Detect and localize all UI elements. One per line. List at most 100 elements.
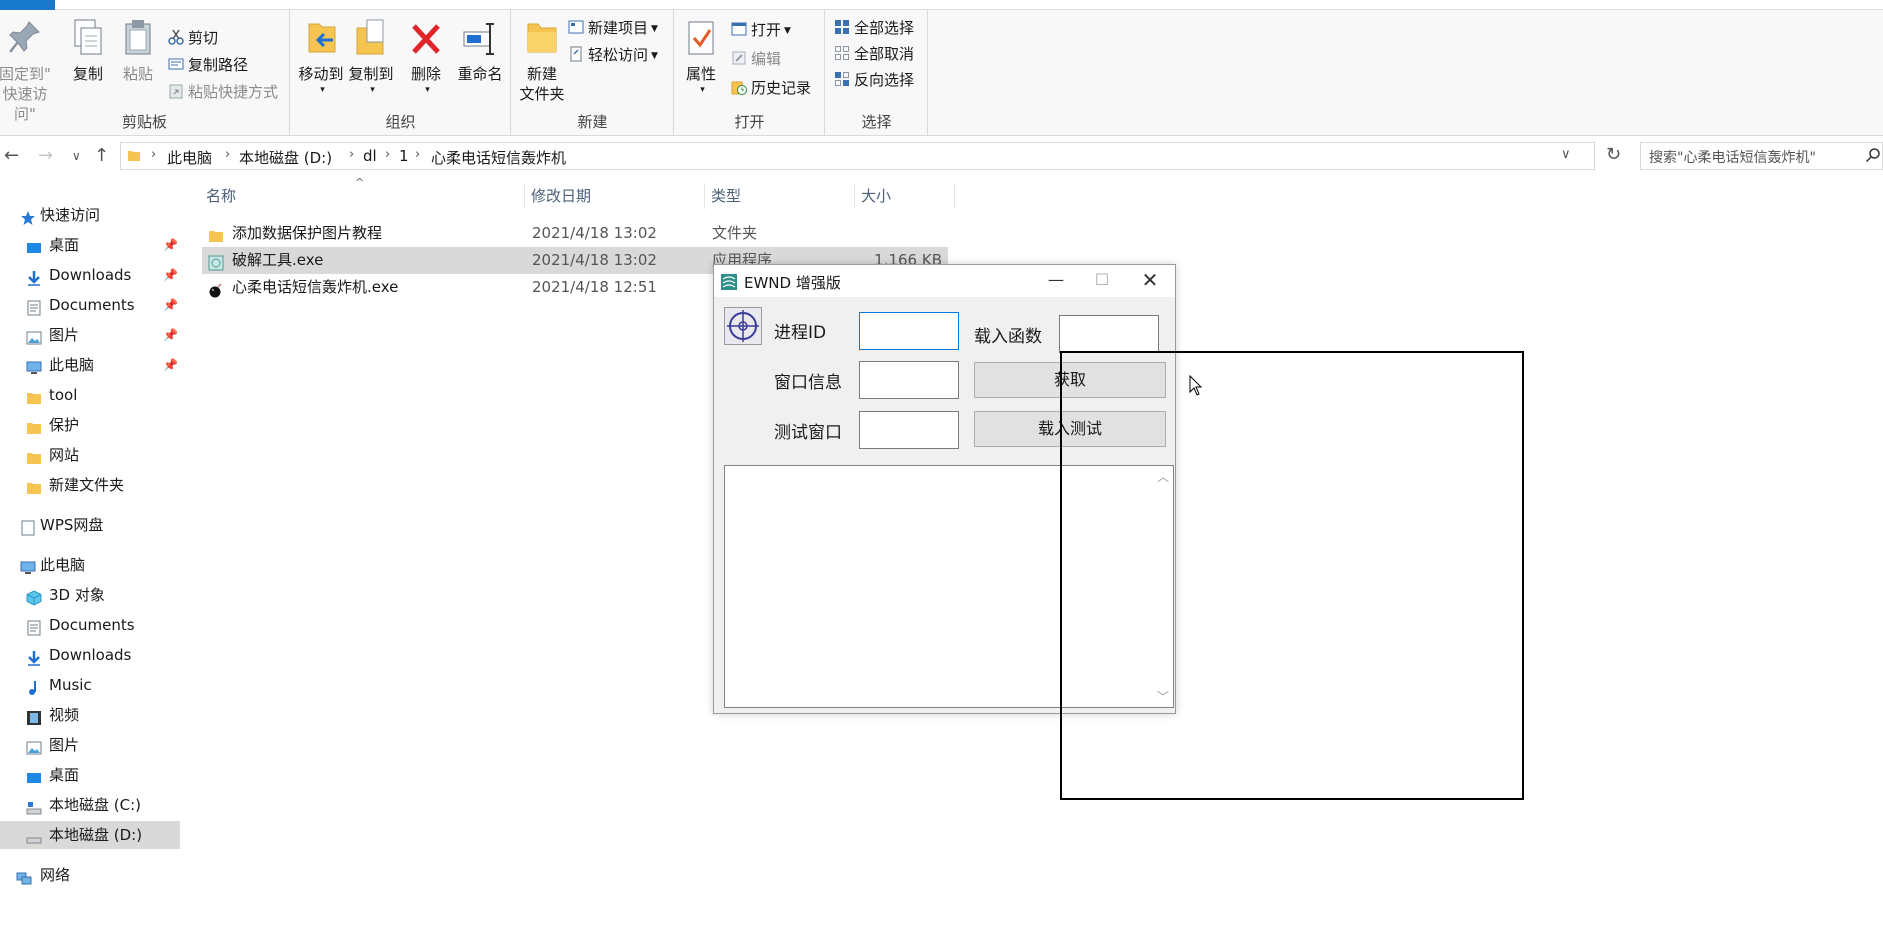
properties-check-icon bbox=[683, 18, 719, 58]
maximize-icon[interactable]: ☐ bbox=[1079, 265, 1125, 297]
refresh-icon[interactable]: ↻ bbox=[1606, 144, 1621, 165]
rename-button[interactable]: 重命名 bbox=[451, 18, 509, 84]
search-icon[interactable] bbox=[1865, 147, 1881, 163]
computer-icon bbox=[20, 557, 36, 574]
download-arrow-icon bbox=[26, 267, 42, 286]
test-window-input[interactable] bbox=[859, 411, 959, 449]
column-type[interactable]: 类型 bbox=[705, 183, 855, 209]
column-name[interactable]: 名称 bbox=[200, 183, 525, 209]
move-to-icon bbox=[303, 18, 339, 58]
navigation-pane: 快速访问 桌面 📌 Downloads 📌 Documents 📌 图片 📌 此… bbox=[0, 200, 180, 939]
copy-to-button[interactable]: 复制到 ▾ bbox=[346, 18, 396, 100]
breadcrumb-dl[interactable]: dl bbox=[363, 147, 377, 165]
dialog-titlebar[interactable]: EWND 增强版 — ☐ ✕ bbox=[714, 265, 1175, 297]
nav-this-pc[interactable]: 此电脑 bbox=[0, 551, 180, 579]
easy-access-icon bbox=[568, 45, 584, 62]
nav-downloads[interactable]: Downloads 📌 bbox=[0, 261, 180, 289]
nav-website[interactable]: 网站 bbox=[0, 441, 180, 469]
pin-icon bbox=[7, 18, 43, 58]
delete-button[interactable]: 删除 ▾ bbox=[404, 18, 448, 100]
nav-quick-access[interactable]: 快速访问 bbox=[0, 201, 180, 229]
nav-new-folder[interactable]: 新建文件夹 bbox=[0, 471, 180, 499]
easy-access-button[interactable]: 轻松访问 ▼ bbox=[568, 43, 658, 67]
computer-icon bbox=[26, 357, 42, 374]
history-button[interactable]: 历史记录 bbox=[731, 76, 811, 100]
forward-arrow-icon[interactable]: → bbox=[38, 145, 53, 166]
copy-button[interactable]: 复制 bbox=[66, 18, 110, 84]
ribbon-tab-strip bbox=[0, 0, 1883, 10]
crosshair-finder-icon[interactable] bbox=[724, 307, 762, 345]
file-row[interactable]: 添加数据保护图片教程 2021/4/18 13:02 文件夹 bbox=[202, 220, 948, 247]
nav-3d-objects[interactable]: 3D 对象 bbox=[0, 581, 180, 609]
pin-to-quick-access-button[interactable]: 固定到" 快速访问" bbox=[0, 18, 56, 124]
nav-documents[interactable]: Documents 📌 bbox=[0, 291, 180, 319]
paste-button[interactable]: 粘贴 bbox=[116, 18, 160, 84]
paste-shortcut-button[interactable]: 粘贴快捷方式 bbox=[168, 80, 278, 104]
nav-drive-c[interactable]: 本地磁盘 (C:) bbox=[0, 791, 180, 819]
new-item-button[interactable]: 新建项目 ▼ bbox=[568, 16, 658, 40]
load-function-label: 载入函数 bbox=[974, 327, 1042, 347]
edit-pencil-icon bbox=[731, 49, 747, 65]
open-button[interactable]: 打开 ▼ bbox=[731, 18, 791, 42]
rename-icon bbox=[462, 18, 498, 58]
minimize-icon[interactable]: — bbox=[1033, 265, 1079, 297]
cut-button[interactable]: 剪切 bbox=[168, 26, 218, 50]
load-function-input[interactable] bbox=[1059, 315, 1159, 353]
select-group-label: 选择 bbox=[861, 113, 892, 131]
breadcrumb-drive-d[interactable]: 本地磁盘 (D:) bbox=[239, 147, 332, 168]
nav-network[interactable]: 网络 bbox=[0, 861, 180, 889]
file-tab[interactable] bbox=[0, 0, 55, 10]
nav-music[interactable]: Music bbox=[0, 671, 180, 699]
edit-button[interactable]: 编辑 bbox=[731, 47, 781, 71]
nav-desktop[interactable]: 桌面 📌 bbox=[0, 231, 180, 259]
column-date[interactable]: 修改日期 bbox=[525, 183, 705, 209]
search-input[interactable]: 搜索"心柔电话短信轰炸机" bbox=[1649, 147, 1816, 167]
process-id-input[interactable] bbox=[859, 312, 959, 350]
nav-wps-drive[interactable]: WPS网盘 bbox=[0, 511, 180, 539]
nav-videos[interactable]: 视频 bbox=[0, 701, 180, 729]
system-drive-icon bbox=[26, 797, 42, 815]
properties-button[interactable]: 属性 ▾ bbox=[679, 18, 723, 100]
breadcrumb-current-folder[interactable]: 心柔电话短信轰炸机 bbox=[431, 147, 566, 168]
column-size[interactable]: 大小 bbox=[855, 183, 955, 209]
scissors-icon bbox=[168, 28, 184, 45]
breadcrumb-this-pc[interactable]: 此电脑 bbox=[167, 147, 212, 168]
invert-selection-button[interactable]: 反向选择 bbox=[834, 68, 914, 92]
copy-icon bbox=[70, 18, 106, 58]
breadcrumb-1[interactable]: 1 bbox=[399, 147, 409, 165]
up-arrow-icon[interactable]: ↑ bbox=[94, 145, 109, 166]
nav-pc-pictures[interactable]: 图片 bbox=[0, 731, 180, 759]
pictures-icon bbox=[26, 737, 42, 755]
select-none-button[interactable]: 全部取消 bbox=[834, 42, 914, 66]
nav-this-pc-pinned[interactable]: 此电脑 📌 bbox=[0, 351, 180, 379]
open-group: 属性 ▾ 打开 ▼ 编辑 历史记录 打开 bbox=[675, 10, 825, 135]
move-to-button[interactable]: 移动到 ▾ bbox=[296, 18, 346, 100]
organize-group: 移动到 ▾ 复制到 ▾ 删除 ▾ 重命名 组织 bbox=[291, 10, 511, 135]
paste-icon bbox=[120, 18, 156, 58]
back-arrow-icon[interactable]: ← bbox=[4, 145, 19, 166]
new-group: 新建 文件夹 新建项目 ▼ 轻松访问 ▼ 新建 bbox=[512, 10, 674, 135]
window-info-input[interactable] bbox=[859, 361, 959, 399]
pin-icon: 📌 bbox=[163, 298, 178, 312]
recent-locations-chevron-icon[interactable]: ∨ bbox=[72, 149, 81, 163]
nav-drive-d[interactable]: 本地磁盘 (D:) bbox=[0, 821, 180, 849]
app-exe-icon bbox=[208, 253, 224, 271]
nav-tool[interactable]: tool bbox=[0, 381, 180, 409]
pin-icon: 📌 bbox=[163, 328, 178, 342]
open-group-label: 打开 bbox=[734, 113, 765, 131]
select-all-button[interactable]: 全部选择 bbox=[834, 16, 914, 40]
search-box[interactable]: 搜索"心柔电话短信轰炸机" bbox=[1640, 142, 1883, 170]
nav-pc-downloads[interactable]: Downloads bbox=[0, 641, 180, 669]
copy-path-button[interactable]: 复制路径 bbox=[168, 53, 248, 77]
new-folder-button[interactable]: 新建 文件夹 bbox=[514, 18, 570, 104]
new-item-icon bbox=[568, 18, 584, 34]
close-icon[interactable]: ✕ bbox=[1127, 265, 1173, 297]
nav-pc-desktop[interactable]: 桌面 bbox=[0, 761, 180, 789]
address-dropdown-chevron-icon[interactable]: ∨ bbox=[1561, 147, 1571, 162]
nav-pictures[interactable]: 图片 📌 bbox=[0, 321, 180, 349]
address-box[interactable]: › 此电脑 › 本地磁盘 (D:) › dl › 1 › 心柔电话短信轰炸机 ∨ bbox=[120, 142, 1595, 170]
nav-pc-documents[interactable]: Documents bbox=[0, 611, 180, 639]
test-window-label: 测试窗口 bbox=[774, 423, 842, 443]
document-icon bbox=[26, 617, 42, 636]
nav-protect[interactable]: 保护 bbox=[0, 411, 180, 439]
